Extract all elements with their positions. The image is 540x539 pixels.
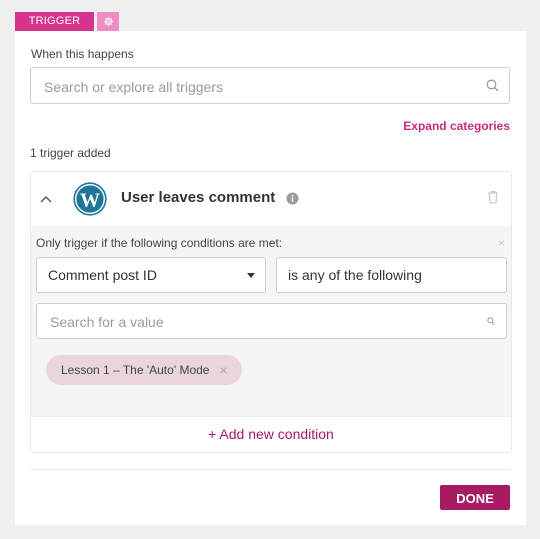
footer-divider <box>30 469 510 470</box>
trigger-search-box[interactable] <box>30 67 510 105</box>
search-icon[interactable] <box>486 79 499 92</box>
expand-categories-link[interactable]: Expand categories <box>403 119 510 133</box>
condition-field-value: Comment post ID <box>48 267 157 283</box>
close-icon[interactable]: × <box>498 236 505 250</box>
trash-icon[interactable] <box>487 190 499 204</box>
trigger-item-panel: W User leaves comment Only trigger if th… <box>30 171 512 453</box>
trigger-search-input[interactable] <box>42 68 476 105</box>
close-icon[interactable]: × <box>219 363 227 377</box>
conditions-label: Only trigger if the following conditions… <box>36 236 283 250</box>
trigger-count: 1 trigger added <box>30 146 111 160</box>
chip-label: Lesson 1 – The 'Auto' Mode <box>61 363 210 377</box>
trigger-title: User leaves comment <box>121 189 276 206</box>
condition-operator-value: is any of the following <box>288 267 422 283</box>
conditions-section: Only trigger if the following conditions… <box>31 226 511 416</box>
info-icon[interactable] <box>286 192 299 205</box>
gear-icon <box>103 17 113 26</box>
value-search-input[interactable] <box>48 304 472 340</box>
condition-operator-field[interactable]: is any of the following <box>276 257 507 293</box>
value-search-box[interactable] <box>36 303 507 340</box>
tab-trigger[interactable]: TRIGGER <box>15 12 94 31</box>
svg-text:W: W <box>80 190 100 212</box>
trigger-card: When this happens Expand categories 1 tr… <box>15 31 526 525</box>
tab-bar: TRIGGER <box>15 12 119 31</box>
add-condition-button[interactable]: + Add new condition <box>31 416 511 453</box>
search-icon[interactable] <box>487 317 495 325</box>
when-this-happens-label: When this happens <box>31 47 134 61</box>
wordpress-logo: W <box>73 182 107 216</box>
caret-down-icon <box>247 273 255 278</box>
done-button[interactable]: DONE <box>440 485 510 510</box>
trigger-item-header: W User leaves comment <box>31 172 511 225</box>
chevron-up-icon[interactable] <box>39 192 53 206</box>
trigger-settings-button[interactable] <box>97 12 119 31</box>
condition-field-select[interactable]: Comment post ID <box>36 257 266 293</box>
selected-value-chip: Lesson 1 – The 'Auto' Mode × <box>46 355 242 385</box>
